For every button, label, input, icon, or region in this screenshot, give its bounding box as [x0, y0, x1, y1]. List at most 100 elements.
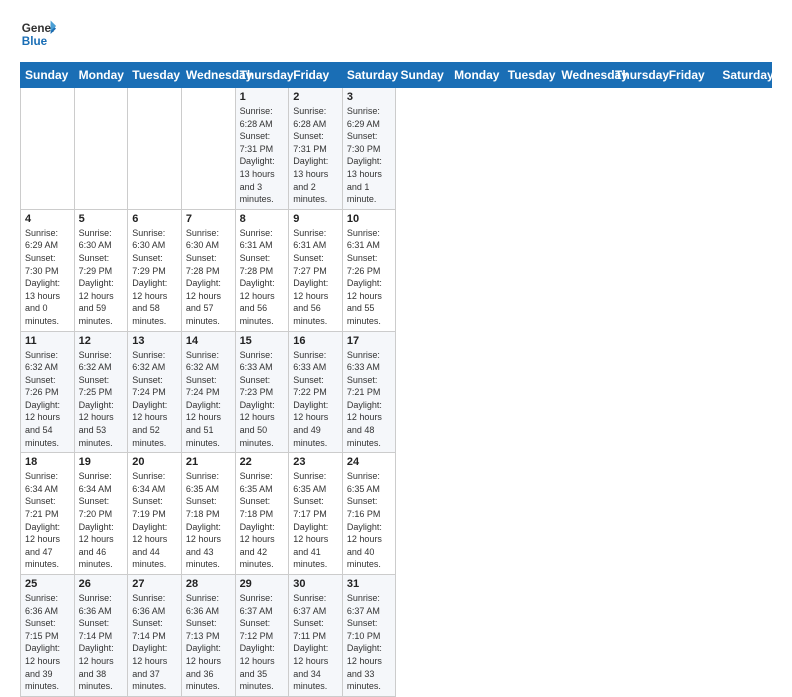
- day-number: 17: [347, 335, 392, 347]
- header-friday: Friday: [289, 63, 343, 88]
- calendar-cell: [21, 88, 75, 210]
- day-number: 10: [347, 213, 392, 225]
- calendar-cell: 30Sunrise: 6:37 AM Sunset: 7:11 PM Dayli…: [289, 575, 343, 697]
- day-number: 29: [240, 578, 285, 590]
- day-number: 9: [293, 213, 338, 225]
- calendar-cell: 12Sunrise: 6:32 AM Sunset: 7:25 PM Dayli…: [74, 331, 128, 453]
- day-info: Sunrise: 6:31 AM Sunset: 7:27 PM Dayligh…: [293, 227, 338, 328]
- calendar-cell: 4 Sunrise: 6:29 AM Sunset: 7:30 PM Daylig…: [21, 209, 75, 331]
- header-thursday: Thursday: [235, 63, 289, 88]
- logo-icon: General Blue: [20, 16, 56, 52]
- calendar-cell: 20 Sunrise: 6:34 AM Sunset: 7:19 PM Dayli…: [128, 453, 182, 575]
- day-info: Sunrise: 6:33 AM Sunset: 7:22 PM Dayligh…: [293, 349, 338, 450]
- day-number: 4: [25, 213, 70, 225]
- day-number: 16: [293, 335, 338, 347]
- calendar-cell: 27 Sunrise: 6:36 AM Sunset: 7:14 PM Dayli…: [128, 575, 182, 697]
- day-number: 5: [79, 213, 124, 225]
- day-number: 6: [132, 213, 177, 225]
- day-number: 22: [240, 456, 285, 468]
- logo: General Blue: [20, 16, 62, 52]
- calendar-week-5: 25 Sunrise: 6:36 AM Sunset: 7:15 PM Dayli…: [21, 575, 772, 697]
- day-number: 12: [79, 335, 124, 347]
- calendar-cell: 18 Sunrise: 6:34 AM Sunset: 7:21 PM Dayli…: [21, 453, 75, 575]
- day-info: Sunrise: 6:29 AM Sunset: 7:30 PM Dayligh…: [25, 227, 70, 328]
- calendar-cell: 15Sunrise: 6:33 AM Sunset: 7:23 PM Dayli…: [235, 331, 289, 453]
- header-day-wednesday: Wednesday: [557, 63, 611, 88]
- calendar-week-2: 4 Sunrise: 6:29 AM Sunset: 7:30 PM Daylig…: [21, 209, 772, 331]
- header-tuesday: Tuesday: [128, 63, 182, 88]
- header-monday: Monday: [74, 63, 128, 88]
- calendar-cell: 9 Sunrise: 6:31 AM Sunset: 7:27 PM Daylig…: [289, 209, 343, 331]
- day-info: Sunrise: 6:28 AM Sunset: 7:31 PM Dayligh…: [293, 105, 338, 206]
- calendar-cell: [128, 88, 182, 210]
- day-info: Sunrise: 6:37 AM Sunset: 7:12 PM Dayligh…: [240, 592, 285, 693]
- day-info: Sunrise: 6:37 AM Sunset: 7:10 PM Dayligh…: [347, 592, 392, 693]
- day-number: 18: [25, 456, 70, 468]
- day-info: Sunrise: 6:33 AM Sunset: 7:23 PM Dayligh…: [240, 349, 285, 450]
- day-number: 8: [240, 213, 285, 225]
- calendar-cell: 23Sunrise: 6:35 AM Sunset: 7:17 PM Dayli…: [289, 453, 343, 575]
- day-info: Sunrise: 6:36 AM Sunset: 7:14 PM Dayligh…: [132, 592, 177, 693]
- day-info: Sunrise: 6:32 AM Sunset: 7:24 PM Dayligh…: [186, 349, 231, 450]
- calendar-cell: 21Sunrise: 6:35 AM Sunset: 7:18 PM Dayli…: [181, 453, 235, 575]
- calendar-cell: 16 Sunrise: 6:33 AM Sunset: 7:22 PM Dayli…: [289, 331, 343, 453]
- day-info: Sunrise: 6:33 AM Sunset: 7:21 PM Dayligh…: [347, 349, 392, 450]
- day-number: 19: [79, 456, 124, 468]
- day-info: Sunrise: 6:31 AM Sunset: 7:28 PM Dayligh…: [240, 227, 285, 328]
- calendar-cell: 26 Sunrise: 6:36 AM Sunset: 7:14 PM Dayli…: [74, 575, 128, 697]
- header-day-thursday: Thursday: [611, 63, 665, 88]
- day-number: 1: [240, 91, 285, 103]
- day-number: 7: [186, 213, 231, 225]
- day-info: Sunrise: 6:32 AM Sunset: 7:26 PM Dayligh…: [25, 349, 70, 450]
- header-sunday: Sunday: [21, 63, 75, 88]
- header-day-saturday: Saturday: [718, 63, 772, 88]
- header-day-tuesday: Tuesday: [503, 63, 557, 88]
- day-number: 27: [132, 578, 177, 590]
- calendar-cell: 19 Sunrise: 6:34 AM Sunset: 7:20 PM Dayli…: [74, 453, 128, 575]
- calendar-cell: 3Sunrise: 6:29 AM Sunset: 7:30 PM Daylig…: [342, 88, 396, 210]
- day-info: Sunrise: 6:34 AM Sunset: 7:19 PM Dayligh…: [132, 470, 177, 571]
- day-info: Sunrise: 6:30 AM Sunset: 7:29 PM Dayligh…: [79, 227, 124, 328]
- day-info: Sunrise: 6:36 AM Sunset: 7:15 PM Dayligh…: [25, 592, 70, 693]
- day-number: 28: [186, 578, 231, 590]
- calendar-cell: [181, 88, 235, 210]
- calendar-week-4: 18 Sunrise: 6:34 AM Sunset: 7:21 PM Dayli…: [21, 453, 772, 575]
- day-info: Sunrise: 6:34 AM Sunset: 7:21 PM Dayligh…: [25, 470, 70, 571]
- calendar-cell: 25 Sunrise: 6:36 AM Sunset: 7:15 PM Dayli…: [21, 575, 75, 697]
- day-number: 20: [132, 456, 177, 468]
- calendar-cell: 8 Sunrise: 6:31 AM Sunset: 7:28 PM Daylig…: [235, 209, 289, 331]
- svg-text:Blue: Blue: [22, 35, 48, 48]
- header-wednesday: Wednesday: [181, 63, 235, 88]
- day-number: 25: [25, 578, 70, 590]
- header: General Blue: [20, 16, 772, 52]
- day-info: Sunrise: 6:31 AM Sunset: 7:26 PM Dayligh…: [347, 227, 392, 328]
- day-info: Sunrise: 6:29 AM Sunset: 7:30 PM Dayligh…: [347, 105, 392, 206]
- calendar-cell: [74, 88, 128, 210]
- day-number: 30: [293, 578, 338, 590]
- day-info: Sunrise: 6:35 AM Sunset: 7:17 PM Dayligh…: [293, 470, 338, 571]
- calendar-header-row: SundayMondayTuesdayWednesdayThursdayFrid…: [21, 63, 772, 88]
- day-number: 26: [79, 578, 124, 590]
- day-info: Sunrise: 6:36 AM Sunset: 7:13 PM Dayligh…: [186, 592, 231, 693]
- header-day-friday: Friday: [664, 63, 718, 88]
- header-day-sunday: Sunday: [396, 63, 450, 88]
- day-number: 21: [186, 456, 231, 468]
- calendar-cell: 5 Sunrise: 6:30 AM Sunset: 7:29 PM Daylig…: [74, 209, 128, 331]
- calendar-cell: 6Sunrise: 6:30 AM Sunset: 7:29 PM Daylig…: [128, 209, 182, 331]
- calendar-cell: 29 Sunrise: 6:37 AM Sunset: 7:12 PM Dayli…: [235, 575, 289, 697]
- day-info: Sunrise: 6:35 AM Sunset: 7:18 PM Dayligh…: [240, 470, 285, 571]
- page: General Blue SundayMondayTuesdayWednesda…: [0, 0, 792, 612]
- header-saturday: Saturday: [342, 63, 396, 88]
- calendar-cell: 2 Sunrise: 6:28 AM Sunset: 7:31 PM Daylig…: [289, 88, 343, 210]
- calendar-cell: 7Sunrise: 6:30 AM Sunset: 7:28 PM Daylig…: [181, 209, 235, 331]
- calendar-week-1: 1 Sunrise: 6:28 AM Sunset: 7:31 PM Daylig…: [21, 88, 772, 210]
- day-info: Sunrise: 6:36 AM Sunset: 7:14 PM Dayligh…: [79, 592, 124, 693]
- day-number: 31: [347, 578, 392, 590]
- day-info: Sunrise: 6:35 AM Sunset: 7:16 PM Dayligh…: [347, 470, 392, 571]
- day-number: 11: [25, 335, 70, 347]
- day-info: Sunrise: 6:34 AM Sunset: 7:20 PM Dayligh…: [79, 470, 124, 571]
- day-number: 2: [293, 91, 338, 103]
- calendar-cell: 10 Sunrise: 6:31 AM Sunset: 7:26 PM Dayli…: [342, 209, 396, 331]
- calendar-cell: 28 Sunrise: 6:36 AM Sunset: 7:13 PM Dayli…: [181, 575, 235, 697]
- day-number: 24: [347, 456, 392, 468]
